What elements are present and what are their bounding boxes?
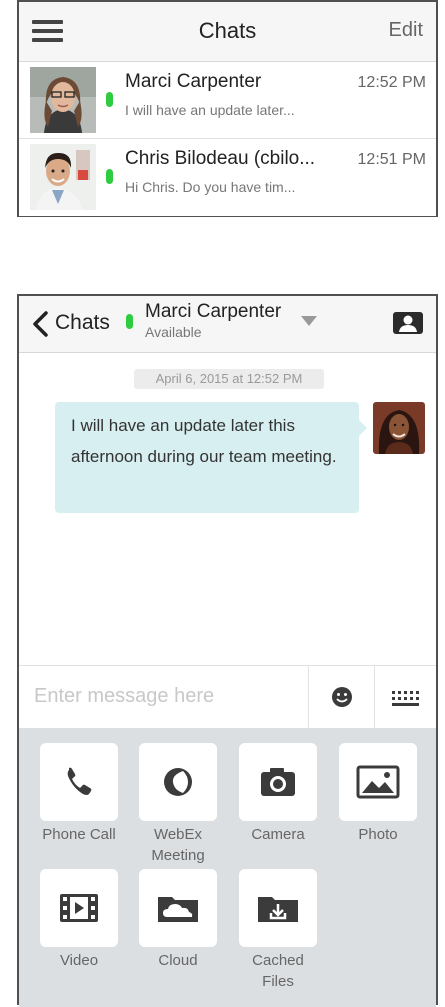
chat-list-item[interactable]: Marci Carpenter I will have an update la… xyxy=(19,62,436,139)
webex-icon xyxy=(164,768,192,796)
chat-list-header: Chats Edit xyxy=(19,2,436,62)
presence-indicator xyxy=(106,92,113,107)
photo-icon xyxy=(356,765,400,799)
message-text: I will have an update later this afterno… xyxy=(71,416,337,466)
avatar xyxy=(30,67,96,133)
camera-icon xyxy=(261,768,295,796)
tile-label: Cloud xyxy=(158,952,198,969)
photo-button[interactable] xyxy=(339,743,417,821)
chat-list-item[interactable]: Chris Bilodeau (cbilo... Hi Chris. Do yo… xyxy=(19,139,436,216)
avatar xyxy=(30,144,96,210)
contact-card-icon[interactable] xyxy=(392,311,424,335)
edit-button[interactable]: Edit xyxy=(389,19,423,42)
chat-name: Chris Bilodeau (cbilo... xyxy=(125,148,316,169)
bubble-tail xyxy=(359,420,367,436)
date-stamp: April 6, 2015 at 12:52 PM xyxy=(134,369,324,389)
phone-icon xyxy=(67,767,92,795)
back-chevron-icon[interactable] xyxy=(31,311,49,337)
back-button[interactable]: Chats xyxy=(55,311,110,335)
divider xyxy=(308,666,309,729)
tile-label: Camera xyxy=(251,826,305,843)
video-icon xyxy=(60,894,98,922)
conversation-header: Chats Marci Carpenter Available xyxy=(19,296,436,353)
chat-preview: I will have an update later... xyxy=(125,102,295,118)
presence-indicator xyxy=(106,169,113,184)
chat-preview: Hi Chris. Do you have tim... xyxy=(125,179,296,195)
presence-indicator xyxy=(126,314,133,329)
chat-list-title: Chats xyxy=(198,18,257,43)
tile-label: Video xyxy=(59,952,99,969)
tile-label: Photo xyxy=(358,826,398,843)
cached-files-button[interactable] xyxy=(239,869,317,947)
tile-label: Phone Call xyxy=(42,826,116,843)
dropdown-caret-icon[interactable] xyxy=(301,316,317,326)
tile-label: WebEx Meeting xyxy=(151,826,205,864)
keyboard-icon[interactable] xyxy=(390,688,422,708)
divider xyxy=(374,666,375,729)
tile-label: Cached Files xyxy=(252,952,304,990)
chat-time: 12:52 PM xyxy=(357,74,426,91)
conversation-panel: Chats Marci Carpenter Available April 6,… xyxy=(17,294,438,1007)
actions-tray: Phone Call WebEx Meeting Camera Photo Vi… xyxy=(19,728,436,1007)
contact-name[interactable]: Marci Carpenter xyxy=(145,301,281,323)
phone-call-button[interactable] xyxy=(40,743,118,821)
compose-bar: Enter message here xyxy=(19,665,436,729)
webex-meeting-button[interactable] xyxy=(139,743,217,821)
cloud-icon xyxy=(158,897,198,922)
cloud-button[interactable] xyxy=(139,869,217,947)
emoji-icon[interactable] xyxy=(331,686,353,708)
chat-name: Marci Carpenter xyxy=(125,71,262,92)
message-input[interactable]: Enter message here xyxy=(34,685,214,708)
chat-list-panel: Chats Edit Marci Carpenter I will have a… xyxy=(17,0,438,217)
video-button[interactable] xyxy=(40,869,118,947)
presence-status: Available xyxy=(145,324,202,340)
camera-button[interactable] xyxy=(239,743,317,821)
chat-time: 12:51 PM xyxy=(357,151,426,168)
message-bubble[interactable]: I will have an update later this afterno… xyxy=(55,402,359,513)
sender-avatar xyxy=(373,402,425,454)
cached-files-icon xyxy=(258,897,298,922)
